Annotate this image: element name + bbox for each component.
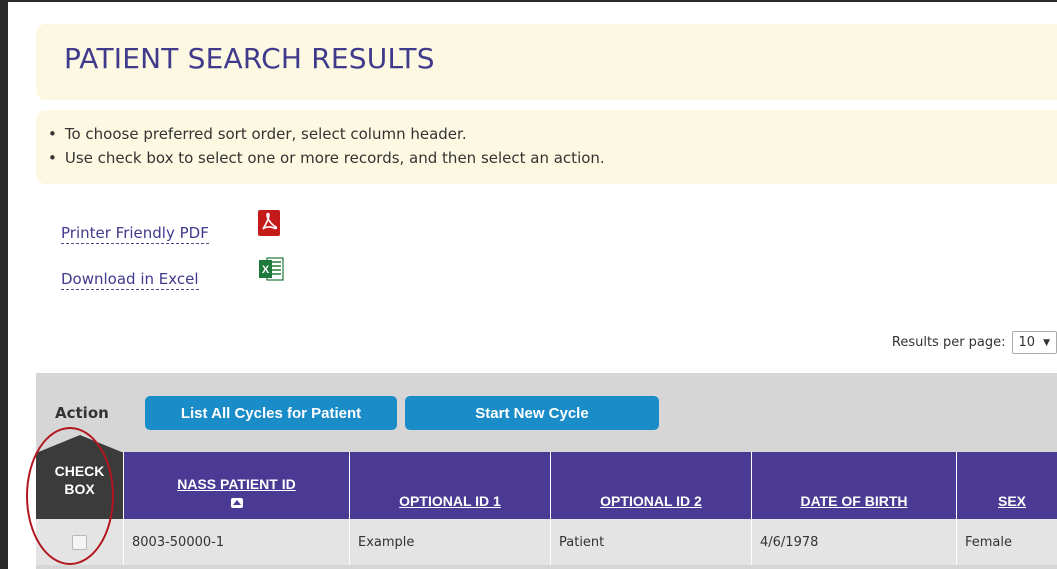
row-checkbox-cell <box>36 519 124 565</box>
column-header-text: CHECK <box>54 463 105 479</box>
results-per-page-value: 10 <box>1018 335 1036 350</box>
instructions-list: • To choose preferred sort order, select … <box>48 122 605 170</box>
svg-text:X: X <box>262 264 270 276</box>
chevron-down-icon: ▼ <box>1043 337 1050 348</box>
instructions-panel: • To choose preferred sort order, select … <box>36 110 1057 184</box>
download-excel-link[interactable]: Download in Excel <box>61 270 199 290</box>
column-header-text[interactable]: OPTIONAL ID 2 <box>551 493 751 509</box>
results-per-page-label: Results per page: <box>891 335 1006 350</box>
column-header-optional-id-1[interactable]: OPTIONAL ID 1 <box>350 452 551 519</box>
instruction-item: • To choose preferred sort order, select … <box>48 125 467 143</box>
cell-optional-id-1: Example <box>350 519 551 565</box>
column-header-sex[interactable]: SEX <box>957 452 1057 519</box>
column-header-text[interactable]: SEX <box>957 493 1057 509</box>
cell-optional-id-2: Patient <box>551 519 752 565</box>
cell-sex: Female <box>965 534 1013 550</box>
results-per-page-select[interactable]: 10 ▼ <box>1011 331 1057 354</box>
cell-date-of-birth: 4/6/1978 <box>752 519 957 565</box>
list-all-cycles-button[interactable]: List All Cycles for Patient <box>145 396 397 430</box>
results-per-page: Results per page: 10 ▼ <box>892 331 1057 354</box>
sort-ascending-icon[interactable] <box>230 498 243 508</box>
column-header-date-of-birth[interactable]: DATE OF BIRTH <box>752 452 957 519</box>
table-row: 8003-50000-1 Example Patient 4/6/1978 Fe… <box>36 519 1057 565</box>
column-header-label: CHECK BOX <box>36 462 123 498</box>
column-header-text[interactable]: OPTIONAL ID 1 <box>350 493 550 509</box>
page-frame: PATIENT SEARCH RESULTS • To choose prefer… <box>0 0 1057 569</box>
column-header-text: BOX <box>64 481 95 497</box>
start-new-cycle-button[interactable]: Start New Cycle <box>405 396 659 430</box>
column-header-text[interactable]: DATE OF BIRTH <box>752 493 956 509</box>
action-label: Action <box>55 404 109 422</box>
title-panel: PATIENT SEARCH RESULTS <box>36 24 1057 100</box>
instruction-text: Use check box to select one or more reco… <box>64 149 605 167</box>
check-box-header-tab <box>36 435 124 453</box>
excel-icon[interactable]: X <box>258 256 284 282</box>
printer-friendly-pdf-link[interactable]: Printer Friendly PDF <box>61 224 209 244</box>
page-title: PATIENT SEARCH RESULTS <box>64 42 435 75</box>
column-header-check-box: CHECK BOX <box>36 452 124 519</box>
instruction-item: • Use check box to select one or more rec… <box>48 149 605 167</box>
row-checkbox[interactable] <box>72 534 87 550</box>
pdf-icon[interactable] <box>258 210 280 236</box>
column-header-nass-patient-id[interactable]: NASS PATIENT ID <box>124 452 350 519</box>
instruction-text: To choose preferred sort order, select c… <box>64 125 467 143</box>
cell-nass-patient-id: 8003-50000-1 <box>124 519 350 565</box>
column-header-text[interactable]: NASS PATIENT ID <box>124 476 349 492</box>
column-header-optional-id-2[interactable]: OPTIONAL ID 2 <box>551 452 752 519</box>
table-header-row: CHECK BOX NASS PATIENT ID OPTIONAL ID 1 … <box>36 452 1057 519</box>
